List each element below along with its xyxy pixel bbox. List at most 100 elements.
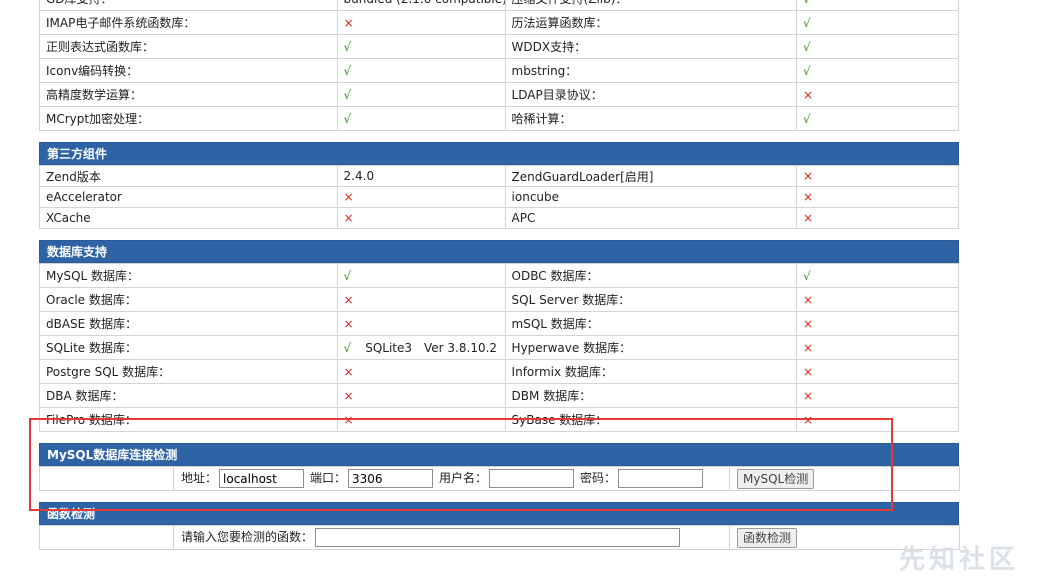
mysql-button-cell: MySQL检测 — [729, 466, 960, 491]
status-value: √ — [343, 87, 352, 102]
row-label-2: mbstring： — [504, 58, 798, 83]
status-value: √ — [803, 268, 811, 283]
status-value: × — [343, 364, 354, 379]
table-row: GD库支持： bundled (2.1.0 compatible)压缩文件支持(Z… — [39, 0, 959, 11]
row-value: √ — [336, 263, 506, 288]
status-value: √ — [343, 39, 352, 54]
status-value: × — [343, 292, 354, 307]
table-row: dBASE 数据库： × mSQL 数据库： × — [39, 311, 959, 336]
row-label: GD库支持： — [39, 0, 338, 11]
status-value: × — [803, 292, 814, 307]
port-label: 端口： — [310, 471, 347, 485]
status-value: × — [803, 87, 814, 102]
row-value-2: √ — [796, 0, 959, 11]
status-value: × — [803, 190, 814, 204]
row-label: IMAP电子邮件系统函数库： — [39, 10, 338, 35]
row-value: √ — [336, 106, 506, 131]
row-value-2: × — [796, 207, 959, 229]
database-table: MySQL 数据库： √ ODBC 数据库： √ Oracle 数据库： × SQL Ser… — [39, 263, 959, 432]
mysql-check-button[interactable]: MySQL检测 — [737, 468, 815, 489]
row-label-2: 哈稀计算： — [504, 106, 798, 131]
function-check-button[interactable]: 函数检测 — [737, 527, 798, 548]
table-row: Zend版本 2.4.0 ZendGuardLoader[启用] × — [39, 165, 959, 187]
table-row: Oracle 数据库： × SQL Server 数据库： × — [39, 287, 959, 312]
status-value: √ — [803, 15, 811, 30]
status-value: √ — [343, 63, 352, 78]
row-label-2: 历法运算函数库： — [504, 10, 798, 35]
row-value-2: × — [796, 383, 959, 408]
status-value: × — [343, 15, 354, 30]
status-value: √ — [343, 341, 352, 355]
status-value: × — [343, 316, 354, 331]
table-row: MySQL 数据库： √ ODBC 数据库： √ — [39, 263, 959, 288]
database-header: 数据库支持 — [39, 240, 959, 263]
row-value: √ — [336, 82, 506, 107]
table-row: Iconv编码转换： √ mbstring： √ — [39, 58, 959, 83]
status-value: √ — [803, 0, 811, 6]
row-label: FilePro 数据库： — [39, 407, 338, 432]
status-value: √ — [343, 268, 352, 283]
status-value: bundled (2.1.0 compatible) — [344, 0, 505, 6]
table-row: IMAP电子邮件系统函数库： × 历法运算函数库： √ — [39, 10, 959, 35]
username-input[interactable] — [489, 469, 575, 488]
function-prompt-label: 请输入您要检测的函数： — [181, 530, 314, 544]
function-check-form: 请输入您要检测的函数： 函数检测 — [39, 525, 960, 550]
table-row: SQLite 数据库： √ SQLite3 Ver 3.8.10.2 Hyperwav… — [39, 335, 959, 360]
table-row: eAccelerator × ioncube × — [39, 186, 959, 208]
row-label-2: ioncube — [504, 186, 798, 208]
table-row: 高精度数学运算： √ LDAP目录协议： × — [39, 82, 959, 107]
function-check-header: 函数检测 — [39, 502, 959, 525]
empty-cell — [39, 525, 174, 550]
row-label-2: DBM 数据库： — [504, 383, 798, 408]
row-label-2: 压缩文件支持(Zlib)： — [504, 0, 798, 11]
row-value: × — [336, 383, 506, 408]
row-value-2: × — [796, 287, 959, 312]
row-value-2: √ — [796, 263, 959, 288]
password-label: 密码： — [580, 471, 617, 485]
status-value: √ — [803, 39, 811, 54]
row-value: × — [336, 287, 506, 312]
mysql-fields-cell: 地址： 端口： 用户名： 密码： — [173, 466, 730, 491]
table-row: MCrypt加密处理： √ 哈稀计算： √ — [39, 106, 959, 131]
row-value: × — [336, 407, 506, 432]
version-text: SQLite3 Ver 3.8.10.2 — [365, 341, 498, 355]
row-value: × — [336, 186, 506, 208]
row-label: MCrypt加密处理： — [39, 106, 338, 131]
table-row: 正则表达式函数库： √ WDDX支持： √ — [39, 34, 959, 59]
host-label: 地址： — [181, 471, 218, 485]
status-value: × — [803, 340, 814, 355]
row-value-2: × — [796, 82, 959, 107]
status-value: × — [343, 211, 354, 225]
function-name-input[interactable] — [315, 528, 681, 547]
row-label-2: SQL Server 数据库： — [504, 287, 798, 312]
row-label-2: ZendGuardLoader[启用] — [504, 165, 798, 187]
row-label-2: WDDX支持： — [504, 34, 798, 59]
probe-content: GD库支持： bundled (2.1.0 compatible)压缩文件支持(Z… — [39, 0, 960, 550]
row-value: × — [336, 207, 506, 229]
row-label: DBA 数据库： — [39, 383, 338, 408]
row-value: √ — [336, 58, 506, 83]
table-row: Postgre SQL 数据库： × Informix 数据库： × — [39, 359, 959, 384]
row-value-2: × — [796, 407, 959, 432]
row-label: dBASE 数据库： — [39, 311, 338, 336]
php-components-table: GD库支持： bundled (2.1.0 compatible)压缩文件支持(Z… — [39, 0, 959, 131]
row-value-2: √ — [796, 106, 959, 131]
row-value-2: √ — [796, 34, 959, 59]
row-label: Oracle 数据库： — [39, 287, 338, 312]
user-label: 用户名： — [439, 471, 488, 485]
password-input[interactable] — [618, 469, 704, 488]
row-label: 高精度数学运算： — [39, 82, 338, 107]
status-value: √ — [343, 111, 352, 126]
row-value: × — [336, 359, 506, 384]
port-input[interactable] — [348, 469, 434, 488]
status-value: × — [343, 388, 354, 403]
row-label-2: APC — [504, 207, 798, 229]
third-party-table: Zend版本 2.4.0 ZendGuardLoader[启用] × eAccelera… — [39, 165, 959, 229]
watermark-logo: 先知社区 — [898, 545, 1019, 575]
status-value: × — [803, 412, 814, 427]
function-fields-cell: 请输入您要检测的函数： — [173, 525, 730, 550]
host-input[interactable] — [219, 469, 305, 488]
